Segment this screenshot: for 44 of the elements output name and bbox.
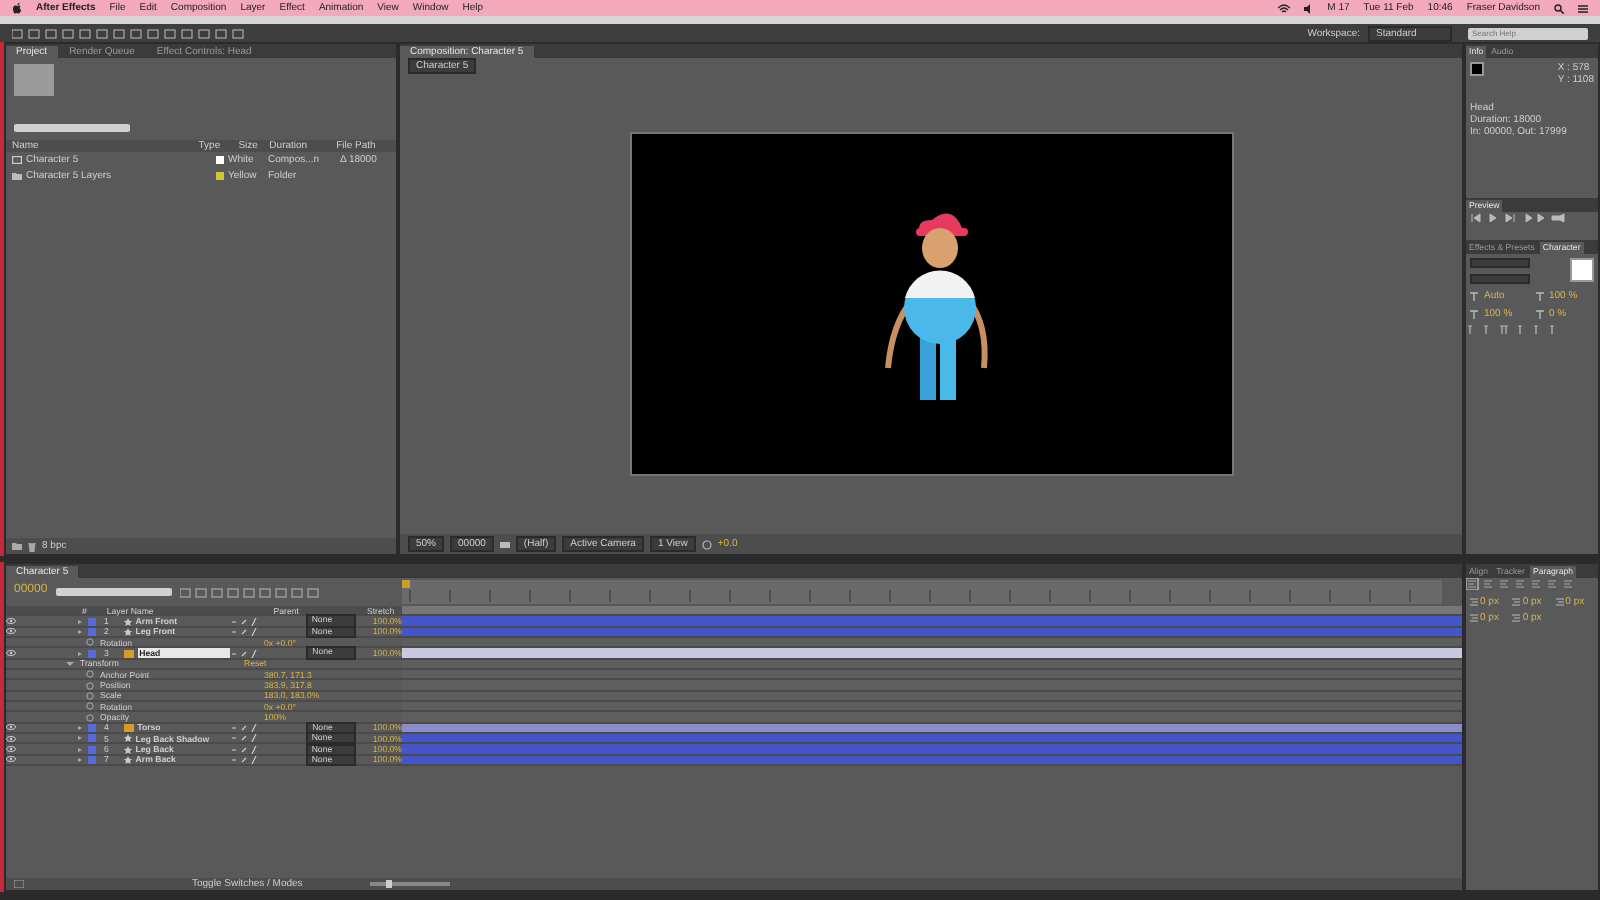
indent-icon (1470, 614, 1478, 622)
label-swatch (88, 649, 96, 658)
zoom-slider-thumb[interactable] (386, 880, 393, 888)
eye-icon[interactable] (6, 628, 16, 635)
layer-switches-icon[interactable] (229, 745, 258, 754)
layer-switches-icon[interactable] (229, 755, 258, 764)
new-folder-icon[interactable] (12, 542, 22, 550)
thumbnail-placeholder (14, 64, 54, 96)
indent-icon (1555, 598, 1564, 606)
search-field[interactable] (14, 124, 130, 132)
eye-icon[interactable] (6, 650, 16, 657)
folder-icon (12, 172, 22, 180)
camera-icon[interactable] (499, 540, 510, 548)
layer-switches-icon[interactable] (229, 734, 258, 743)
composition-icon (123, 649, 134, 658)
fill-color-swatch (1570, 258, 1594, 282)
timeline-tool-icons-drawing[interactable] (179, 587, 320, 597)
stopwatch-icon[interactable] (86, 638, 94, 647)
indent-icon (1512, 598, 1521, 606)
menu-icon[interactable] (1578, 3, 1588, 13)
text-setting-icon (1470, 309, 1480, 319)
apple-icon[interactable] (12, 2, 22, 14)
layer-switches-icon[interactable] (230, 723, 259, 732)
text-setting-icon (1470, 291, 1480, 301)
composition-icon (12, 156, 22, 164)
exposure-icon[interactable] (701, 539, 712, 549)
search-icon[interactable] (1554, 3, 1564, 13)
trash-icon[interactable] (28, 541, 36, 551)
indent-icon (1470, 598, 1478, 606)
eye-icon[interactable] (6, 746, 16, 753)
composition-icon (123, 723, 134, 732)
layer-switches-icon[interactable] (229, 617, 258, 626)
text-setting-icon (1535, 291, 1545, 301)
eye-icon[interactable] (6, 618, 16, 625)
color-swatch (1470, 62, 1484, 76)
indent-icon (1512, 614, 1521, 622)
eye-icon[interactable] (6, 735, 16, 742)
eye-icon[interactable] (6, 756, 16, 763)
text-setting-icon (1535, 309, 1545, 319)
layer-switches-icon[interactable] (230, 649, 259, 658)
search-field[interactable] (55, 588, 172, 596)
eye-icon[interactable] (6, 724, 16, 731)
wifi-icon[interactable] (1277, 3, 1290, 13)
layer-switches-icon[interactable] (229, 627, 258, 636)
